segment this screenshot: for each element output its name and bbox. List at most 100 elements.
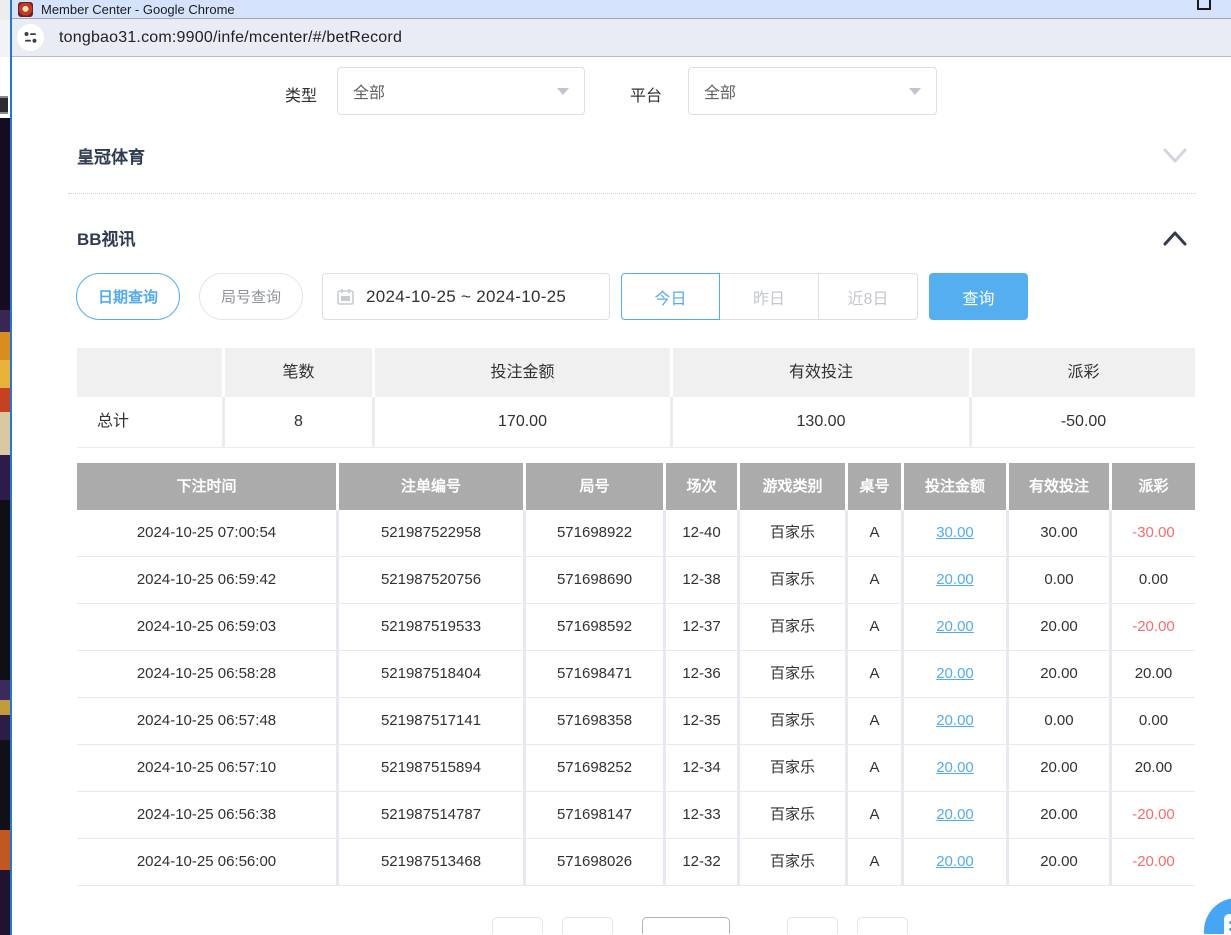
address-url[interactable]: tongbao31.com:9900/infe/mcenter/#/betRec… — [59, 29, 402, 47]
cell-game-type: 百家乐 — [740, 510, 845, 556]
cell-bet-amount: 30.00 — [904, 510, 1006, 556]
table-row: 2024-10-25 06:58:28521987518404571698471… — [77, 651, 1195, 697]
table-header-cell: 注单编号 — [339, 463, 523, 510]
bet-amount-link[interactable]: 20.00 — [904, 557, 1006, 603]
cell-payout: -20.00 — [1112, 839, 1195, 885]
cell-payout: 0.00 — [1112, 557, 1195, 603]
summary-valid-bet: 130.00 — [673, 397, 969, 447]
site-settings-icon[interactable] — [17, 24, 44, 51]
page-input[interactable] — [642, 917, 730, 934]
date-range-value: 2024-10-25 ~ 2024-10-25 — [366, 287, 566, 307]
summary-header-cell: 投注金额 — [375, 348, 670, 397]
date-range-input[interactable]: 2024-10-25 ~ 2024-10-25 — [322, 273, 610, 320]
customer-service-button[interactable] — [1204, 898, 1231, 934]
cell-round-id: 571698147 — [526, 792, 663, 838]
cell-valid-bet: 0.00 — [1009, 698, 1109, 744]
cell-bet-amount: 20.00 — [904, 839, 1006, 885]
summary-total-label: 总计 — [77, 397, 222, 447]
table-row: 2024-10-25 06:59:03521987519533571698592… — [77, 604, 1195, 650]
pagination: « ‹ › » — [77, 917, 1195, 934]
cell-bet-amount: 20.00 — [904, 698, 1006, 744]
cell-session: 12-35 — [666, 698, 737, 744]
cell-order-id: 521987513468 — [339, 839, 523, 885]
table-row: 2024-10-25 06:56:38521987514787571698147… — [77, 792, 1195, 838]
last-page-button[interactable]: » — [857, 917, 908, 934]
type-select[interactable]: 全部 — [337, 67, 585, 115]
url-bar: tongbao31.com:9900/infe/mcenter/#/betRec… — [12, 19, 1231, 57]
platform-select[interactable]: 全部 — [688, 67, 937, 115]
table-header-cell: 局号 — [526, 463, 663, 510]
date-query-tab[interactable]: 日期查询 — [76, 273, 180, 320]
cell-bet-amount: 20.00 — [904, 557, 1006, 603]
table-header-cell: 下注时间 — [77, 463, 336, 510]
cell-valid-bet: 20.00 — [1009, 604, 1109, 650]
maximize-icon[interactable] — [1197, 0, 1211, 10]
cell-round-id: 571698358 — [526, 698, 663, 744]
cell-bet-time: 2024-10-25 06:57:10 — [77, 745, 336, 791]
cell-order-id: 521987519533 — [339, 604, 523, 650]
summary-payout: -50.00 — [972, 397, 1195, 447]
summary-header-cell: 派彩 — [972, 348, 1195, 397]
cell-order-id: 521987514787 — [339, 792, 523, 838]
cell-table-id: A — [848, 651, 901, 697]
cell-valid-bet: 20.00 — [1009, 792, 1109, 838]
table-header-cell: 桌号 — [848, 463, 901, 510]
first-page-button[interactable]: « — [492, 917, 543, 934]
platform-filter-label: 平台 — [630, 82, 662, 106]
cell-bet-amount: 20.00 — [904, 792, 1006, 838]
cell-bet-time: 2024-10-25 06:58:28 — [77, 651, 336, 697]
section-title-bb: BB视讯 — [77, 225, 136, 250]
last8days-button[interactable]: 近8日 — [819, 273, 918, 320]
next-page-button[interactable]: › — [787, 917, 838, 934]
bet-amount-link[interactable]: 20.00 — [904, 792, 1006, 838]
chevron-up-icon[interactable] — [1163, 227, 1187, 249]
cell-game-type: 百家乐 — [740, 698, 845, 744]
yesterday-button[interactable]: 昨日 — [720, 273, 819, 320]
cell-table-id: A — [848, 745, 901, 791]
table-row: 2024-10-25 06:59:42521987520756571698690… — [77, 557, 1195, 603]
table-row: 2024-10-25 06:57:48521987517141571698358… — [77, 698, 1195, 744]
cell-table-id: A — [848, 557, 901, 603]
table-header-cell: 派彩 — [1112, 463, 1195, 510]
cell-session: 12-38 — [666, 557, 737, 603]
chevron-down-icon[interactable] — [1163, 145, 1187, 167]
cell-bet-time: 2024-10-25 06:56:00 — [77, 839, 336, 885]
bet-amount-link[interactable]: 20.00 — [904, 651, 1006, 697]
background-app-icon — [0, 96, 8, 114]
cell-order-id: 521987517141 — [339, 698, 523, 744]
cell-session: 12-37 — [666, 604, 737, 650]
window-titlebar: Member Center - Google Chrome — [12, 0, 1231, 19]
cell-session: 12-33 — [666, 792, 737, 838]
bet-amount-link[interactable]: 30.00 — [904, 510, 1006, 556]
summary-table: 笔数投注金额有效投注派彩 总计 8 170.00 130.00 -50.00 — [77, 348, 1195, 448]
cell-session: 12-36 — [666, 651, 737, 697]
round-query-tab[interactable]: 局号查询 — [199, 273, 303, 320]
cell-payout: -20.00 — [1112, 792, 1195, 838]
cell-table-id: A — [848, 792, 901, 838]
cell-bet-amount: 20.00 — [904, 604, 1006, 650]
bet-amount-link[interactable]: 20.00 — [904, 839, 1006, 885]
cell-bet-amount: 20.00 — [904, 651, 1006, 697]
bet-amount-link[interactable]: 20.00 — [904, 698, 1006, 744]
bet-amount-link[interactable]: 20.00 — [904, 745, 1006, 791]
cell-table-id: A — [848, 604, 901, 650]
bet-amount-link[interactable]: 20.00 — [904, 604, 1006, 650]
table-body: 2024-10-25 07:00:54521987522958571698922… — [77, 510, 1195, 886]
cell-table-id: A — [848, 698, 901, 744]
table-header-cell: 游戏类别 — [740, 463, 845, 510]
search-button[interactable]: 查询 — [929, 273, 1028, 320]
cell-round-id: 571698471 — [526, 651, 663, 697]
chrome-window: Member Center - Google Chrome tongbao31.… — [10, 0, 1231, 935]
table-header-row: 下注时间注单编号局号场次游戏类别桌号投注金额有效投注派彩 — [77, 463, 1195, 510]
summary-header-cell: 有效投注 — [673, 348, 969, 397]
cell-session: 12-40 — [666, 510, 737, 556]
summary-bet-amount: 170.00 — [375, 397, 670, 447]
cell-bet-time: 2024-10-25 06:59:03 — [77, 604, 336, 650]
today-button[interactable]: 今日 — [621, 273, 720, 320]
cell-round-id: 571698922 — [526, 510, 663, 556]
platform-select-value: 全部 — [704, 79, 909, 103]
table-header-cell: 投注金额 — [904, 463, 1006, 510]
cell-order-id: 521987515894 — [339, 745, 523, 791]
prev-page-button[interactable]: ‹ — [562, 917, 613, 934]
table-header-cell: 场次 — [666, 463, 737, 510]
